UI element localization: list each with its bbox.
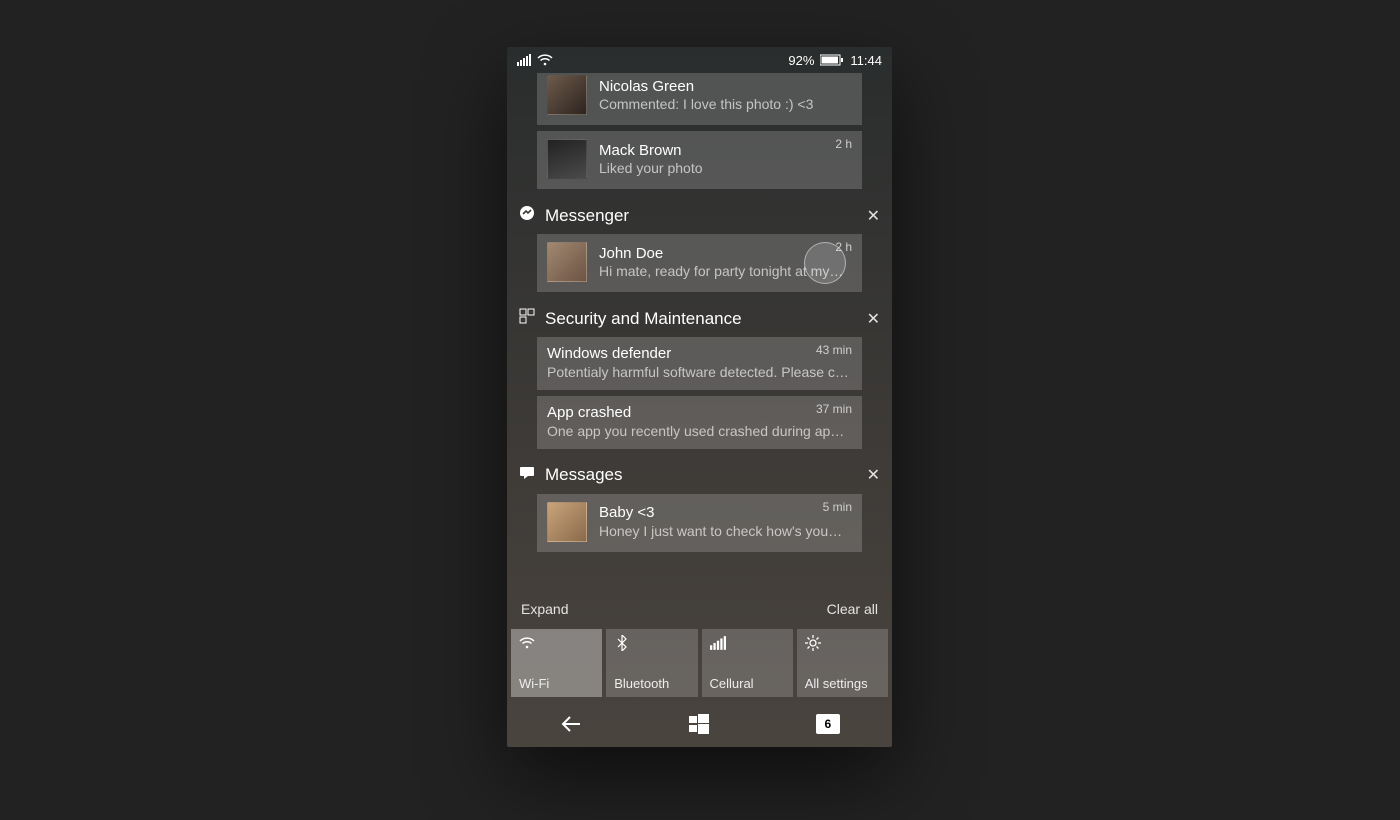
notification-time: 2 h bbox=[835, 240, 852, 254]
bluetooth-icon bbox=[614, 635, 689, 654]
notification-subtitle: Hi mate, ready for party tonight at my… bbox=[599, 263, 852, 279]
dismiss-group-button[interactable]: ✕ bbox=[867, 206, 880, 226]
notification-title: Mack Brown bbox=[599, 142, 852, 161]
notification-card[interactable]: Nicolas Green Commented: I love this pho… bbox=[537, 73, 862, 125]
notification-subtitle: Commented: I love this photo :) <3 bbox=[599, 96, 852, 112]
notification-card[interactable]: Mack Brown Liked your photo 2 h bbox=[537, 131, 862, 189]
notification-time: 43 min bbox=[816, 343, 852, 357]
notification-time: 5 min bbox=[823, 500, 852, 514]
expand-button[interactable]: Expand bbox=[521, 601, 568, 617]
notification-time: 37 min bbox=[816, 402, 852, 416]
group-title: Messages bbox=[545, 465, 622, 485]
wifi-icon bbox=[537, 54, 553, 66]
security-icon bbox=[519, 308, 535, 329]
battery-percent: 92% bbox=[788, 53, 814, 68]
notification-scroll[interactable]: Nicolas Green Commented: I love this pho… bbox=[507, 73, 892, 591]
wifi-icon bbox=[519, 635, 594, 654]
group-header-security[interactable]: Security and Maintenance ✕ bbox=[507, 298, 892, 337]
dismiss-group-button[interactable]: ✕ bbox=[867, 309, 880, 329]
notification-title: John Doe bbox=[599, 245, 852, 264]
search-button[interactable]: 6 bbox=[783, 714, 873, 734]
notification-title: Windows defender bbox=[547, 345, 852, 364]
back-button[interactable] bbox=[526, 715, 616, 733]
avatar bbox=[547, 139, 587, 179]
cellular-icon bbox=[710, 635, 785, 654]
avatar bbox=[547, 502, 587, 542]
quick-action-label: Wi-Fi bbox=[519, 676, 594, 691]
cellular-signal-icon bbox=[517, 54, 531, 66]
start-button[interactable] bbox=[654, 714, 744, 734]
group-header-messages[interactable]: Messages ✕ bbox=[507, 455, 892, 494]
quick-action-label: Bluetooth bbox=[614, 676, 689, 691]
status-bar: 92% 11:44 bbox=[507, 47, 892, 73]
notification-card[interactable]: Windows defender Potentialy harmful soft… bbox=[537, 337, 862, 390]
notification-title: Baby <3 bbox=[599, 504, 852, 523]
quick-action-settings[interactable]: All settings bbox=[797, 629, 888, 697]
quick-action-label: Cellural bbox=[710, 676, 785, 691]
navigation-bar: 6 bbox=[507, 701, 892, 747]
notification-subtitle: Potentialy harmful software detected. Pl… bbox=[547, 364, 852, 380]
quick-action-cellular[interactable]: Cellural bbox=[702, 629, 793, 697]
phone-frame: 92% 11:44 Nicolas Green Commented: I lov… bbox=[507, 47, 892, 747]
battery-icon bbox=[820, 54, 844, 66]
avatar bbox=[547, 242, 587, 282]
clock-time: 11:44 bbox=[850, 53, 882, 68]
notification-time: 2 h bbox=[835, 137, 852, 151]
group-title: Security and Maintenance bbox=[545, 309, 742, 329]
quick-action-label: All settings bbox=[805, 676, 880, 691]
notification-subtitle: Honey I just want to check how's you… bbox=[599, 523, 852, 539]
messages-icon bbox=[519, 465, 535, 486]
gear-icon bbox=[805, 635, 880, 654]
messenger-icon bbox=[519, 205, 535, 226]
quick-actions-row: Wi-Fi Bluetooth Cellural All settings bbox=[507, 629, 892, 701]
group-header-messenger[interactable]: Messenger ✕ bbox=[507, 195, 892, 234]
avatar bbox=[547, 75, 587, 115]
notification-title: App crashed bbox=[547, 404, 852, 423]
notification-card[interactable]: John Doe Hi mate, ready for party tonigh… bbox=[537, 234, 862, 292]
quick-action-wifi[interactable]: Wi-Fi bbox=[511, 629, 602, 697]
notification-subtitle: Liked your photo bbox=[599, 160, 852, 176]
group-title: Messenger bbox=[545, 206, 629, 226]
notification-subtitle: One app you recently used crashed during… bbox=[547, 423, 852, 439]
dismiss-group-button[interactable]: ✕ bbox=[867, 465, 880, 485]
notification-card[interactable]: App crashed One app you recently used cr… bbox=[537, 396, 862, 449]
clear-all-button[interactable]: Clear all bbox=[827, 601, 878, 617]
quick-action-bluetooth[interactable]: Bluetooth bbox=[606, 629, 697, 697]
notification-card[interactable]: Baby <3 Honey I just want to check how's… bbox=[537, 494, 862, 552]
search-count-badge: 6 bbox=[816, 714, 840, 734]
notification-title: Nicolas Green bbox=[599, 78, 852, 97]
